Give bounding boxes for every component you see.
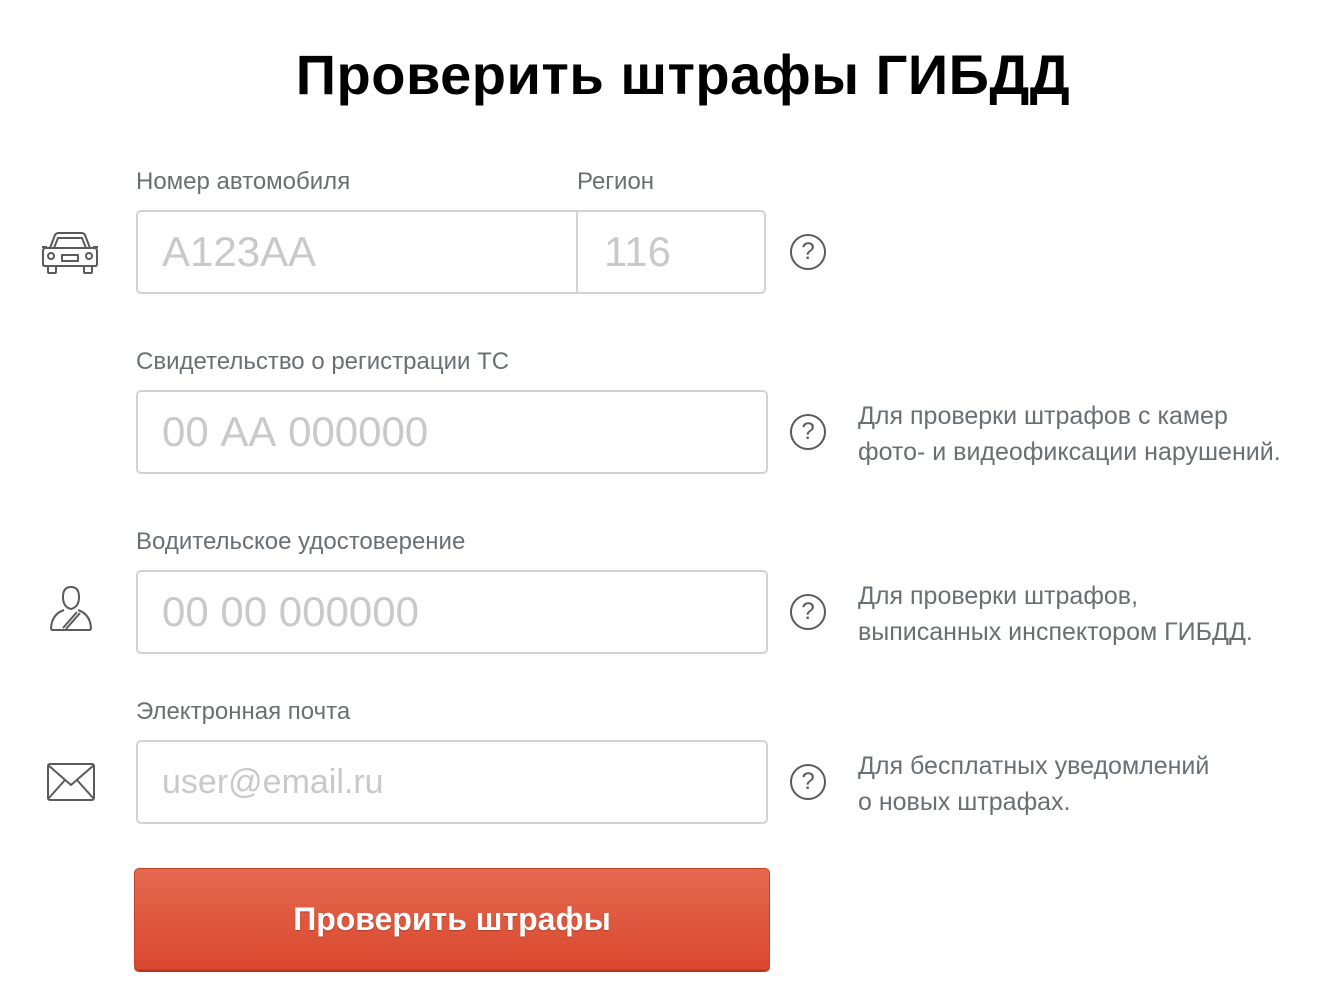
email-help-icon[interactable]: ? [790,764,826,800]
license-hint-line1: Для проверки штрафов, [858,582,1139,610]
sts-hint-line1: Для проверки штрафов с камер [858,402,1228,430]
license-label: Водительское удостоверение [136,528,466,555]
license-hint: Для проверки штрафов, выписанных инспект… [858,578,1253,650]
plate-input-group: А123АА 116 [136,210,766,294]
sts-hint-line2: фото- и видеофиксации нарушений. [858,438,1281,466]
driver-icon [50,586,92,631]
license-help-icon[interactable]: ? [790,594,826,630]
email-hint-line2: о новых штрафах. [858,788,1071,816]
page-title: Проверить штрафы ГИБДД [295,43,1071,106]
check-fines-button[interactable]: Проверить штрафы [134,868,770,970]
email-label: Электронная почта [136,698,351,725]
region-label: Регион [577,168,655,195]
email-hint: Для бесплатных уведомлений о новых штраф… [858,748,1209,820]
license-input[interactable]: 00 00 000000 [136,570,768,654]
sts-help-icon[interactable]: ? [790,414,826,450]
region-input[interactable]: 116 [578,212,764,292]
sts-input[interactable]: 00 АА 000000 [136,390,768,474]
sts-label: Свидетельство о регистрации ТС [136,348,510,375]
email-input[interactable]: user@email.ru [136,740,768,824]
email-hint-line1: Для бесплатных уведомлений [858,752,1210,780]
plate-number-input[interactable]: А123АА [138,212,578,292]
plate-help-icon[interactable]: ? [790,234,826,270]
plate-label: Номер автомобиля [136,168,351,195]
car-icon [42,232,98,274]
license-hint-line2: выписанных инспектором ГИБДД. [858,618,1253,646]
sts-hint: Для проверки штрафов с камер фото- и вид… [858,398,1281,470]
envelope-icon [47,763,95,801]
